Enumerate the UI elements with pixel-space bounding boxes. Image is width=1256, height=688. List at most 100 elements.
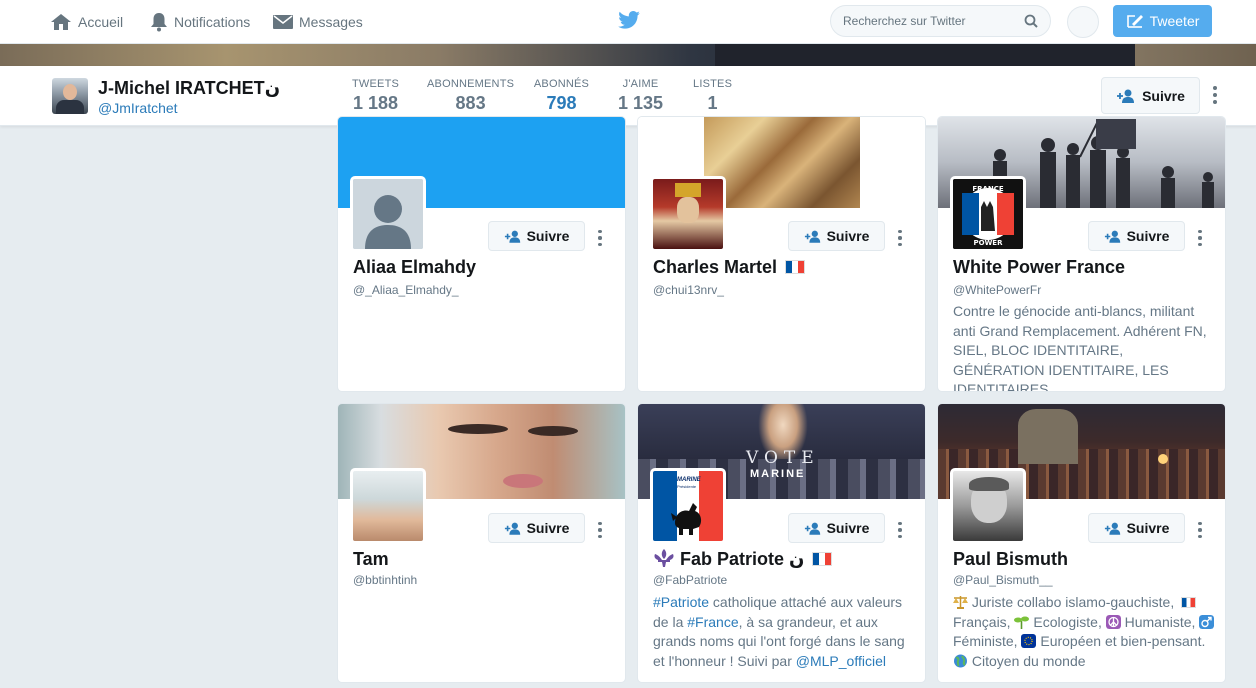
more-options-icon[interactable] bbox=[1208, 86, 1222, 108]
marine-logo-text: MARINE bbox=[677, 477, 701, 483]
search-input[interactable]: Recherchez sur Twitter bbox=[830, 5, 1051, 37]
add-user-icon bbox=[504, 230, 520, 243]
tweet-button-label: Tweeter bbox=[1149, 13, 1200, 29]
user-card[interactable]: Suivre Paul Bismuth @Paul_Bismuth__ Juri… bbox=[937, 403, 1226, 683]
user-card[interactable]: Suivre Tam @bbtinhtinh bbox=[337, 403, 626, 683]
stat-value: 798 bbox=[546, 93, 577, 113]
profile-name[interactable]: J-Michel IRATCHETن bbox=[98, 78, 280, 99]
stat-label: ABONNEMENTS bbox=[427, 78, 515, 90]
stat-label: ABONNÉS bbox=[533, 78, 590, 90]
france-flag-icon bbox=[812, 552, 833, 566]
card-handle[interactable]: @bbtinhtinh bbox=[353, 573, 417, 587]
more-options-icon[interactable] bbox=[596, 230, 604, 246]
more-options-icon[interactable] bbox=[1196, 522, 1204, 538]
card-handle[interactable]: @WhitePowerFr bbox=[953, 283, 1041, 297]
card-handle[interactable]: @Paul_Bismuth__ bbox=[953, 573, 1053, 587]
follow-label: Suivre bbox=[1126, 520, 1170, 536]
account-avatar[interactable] bbox=[1067, 6, 1099, 38]
card-handle[interactable]: @FabPatriote bbox=[653, 573, 727, 587]
card-bio: Contre le génocide anti-blancs, militant… bbox=[953, 303, 1207, 392]
card-handle[interactable]: @_Aliaa_Elmahdy_ bbox=[353, 283, 459, 297]
card-name[interactable]: White Power France bbox=[953, 257, 1125, 278]
add-user-icon bbox=[1117, 89, 1135, 103]
stat-value: 1 188 bbox=[353, 93, 399, 113]
follow-button[interactable]: Suivre bbox=[1088, 221, 1185, 251]
follow-button[interactable]: Suivre bbox=[488, 513, 585, 543]
user-card[interactable]: FRANCE POWER Suivre White Power France @… bbox=[937, 116, 1226, 392]
scales-icon bbox=[953, 596, 968, 609]
mention-link[interactable]: @MLP_officiel bbox=[796, 653, 886, 669]
add-user-icon bbox=[504, 522, 520, 535]
stat-label: LISTES bbox=[693, 78, 733, 90]
card-avatar[interactable]: FRANCE POWER bbox=[950, 176, 1026, 252]
search-placeholder: Recherchez sur Twitter bbox=[843, 14, 966, 28]
top-navigation: Accueil Notifications Messages Recherche… bbox=[0, 0, 1256, 44]
follow-button[interactable]: Suivre bbox=[488, 221, 585, 251]
follow-button[interactable]: Suivre bbox=[788, 513, 885, 543]
card-avatar[interactable] bbox=[650, 176, 726, 252]
stat-value: 1 bbox=[707, 93, 718, 113]
card-name[interactable]: Paul Bismuth bbox=[953, 549, 1068, 570]
card-avatar[interactable]: MARINE Présidente bbox=[650, 468, 726, 544]
france-flag-icon bbox=[785, 260, 806, 274]
user-card[interactable]: VOTE MARINE MARINE Présidente Suivre Fab… bbox=[637, 403, 926, 683]
follow-label: Suivre bbox=[826, 228, 870, 244]
stat-value: 883 bbox=[455, 93, 486, 113]
follow-button[interactable]: Suivre bbox=[1088, 513, 1185, 543]
nav-home[interactable]: Accueil bbox=[50, 0, 123, 44]
card-handle[interactable]: @chui13nrv_ bbox=[653, 283, 724, 297]
default-avatar-icon bbox=[353, 179, 423, 249]
more-options-icon[interactable] bbox=[896, 522, 904, 538]
follow-label: Suivre bbox=[1126, 228, 1170, 244]
stat-value: 1 135 bbox=[618, 93, 664, 113]
tweet-button[interactable]: Tweeter bbox=[1113, 5, 1212, 37]
search-icon[interactable] bbox=[1024, 14, 1038, 28]
envelope-icon bbox=[273, 15, 293, 29]
user-card[interactable]: Suivre Charles Martel @chui13nrv_ bbox=[637, 116, 926, 392]
twitter-bird-logo[interactable] bbox=[618, 11, 640, 34]
card-avatar[interactable] bbox=[950, 468, 1026, 544]
user-card[interactable]: Suivre Aliaa Elmahdy @_Aliaa_Elmahdy_ bbox=[337, 116, 626, 392]
profile-handle[interactable]: @JmIratchet bbox=[98, 100, 178, 116]
nav-messages-label: Messages bbox=[299, 14, 363, 30]
peace-icon bbox=[1105, 614, 1121, 629]
card-name[interactable]: Fab Patriote ن bbox=[653, 549, 833, 570]
hashtag-link[interactable]: #Patriote bbox=[653, 594, 709, 610]
follow-label: Suivre bbox=[826, 520, 870, 536]
more-options-icon[interactable] bbox=[1196, 230, 1204, 246]
home-icon bbox=[51, 14, 71, 30]
bell-icon bbox=[151, 13, 167, 32]
hashtag-link[interactable]: #France bbox=[687, 614, 738, 630]
profile-banner bbox=[0, 44, 1256, 66]
card-bio: #Patriote catholique attaché aux valeurs… bbox=[653, 594, 905, 669]
add-user-icon bbox=[1104, 522, 1120, 535]
more-options-icon[interactable] bbox=[896, 230, 904, 246]
card-name[interactable]: Aliaa Elmahdy bbox=[353, 257, 476, 278]
add-user-icon bbox=[804, 230, 820, 243]
more-options-icon[interactable] bbox=[596, 522, 604, 538]
france-power-text-1: FRANCE bbox=[972, 185, 1004, 193]
follow-label: Suivre bbox=[1142, 87, 1185, 104]
nav-home-label: Accueil bbox=[78, 14, 124, 30]
globe-icon bbox=[954, 654, 967, 667]
nav-notifications[interactable]: Notifications bbox=[150, 0, 250, 44]
marine-text: MARINE bbox=[750, 468, 806, 480]
card-avatar[interactable] bbox=[350, 176, 426, 252]
add-user-icon bbox=[804, 522, 820, 535]
profile-follow-button[interactable]: Suivre bbox=[1101, 77, 1200, 114]
stat-label: TWEETS bbox=[352, 78, 400, 90]
card-name[interactable]: Charles Martel bbox=[653, 257, 806, 278]
france-power-logo-icon: FRANCE POWER bbox=[953, 179, 1023, 249]
follow-label: Suivre bbox=[526, 228, 570, 244]
nav-notifications-label: Notifications bbox=[174, 14, 251, 30]
rooster-icon bbox=[671, 503, 702, 535]
marine-logo-sub: Présidente bbox=[677, 484, 697, 489]
nav-messages[interactable]: Messages bbox=[273, 0, 363, 44]
eu-flag-icon bbox=[1021, 634, 1037, 648]
card-name[interactable]: Tam bbox=[353, 549, 389, 570]
profile-avatar[interactable] bbox=[52, 78, 88, 114]
follow-button[interactable]: Suivre bbox=[788, 221, 885, 251]
fleur-de-lis-icon bbox=[654, 549, 674, 567]
card-avatar[interactable] bbox=[350, 468, 426, 544]
twitter-bird-icon bbox=[618, 11, 640, 29]
